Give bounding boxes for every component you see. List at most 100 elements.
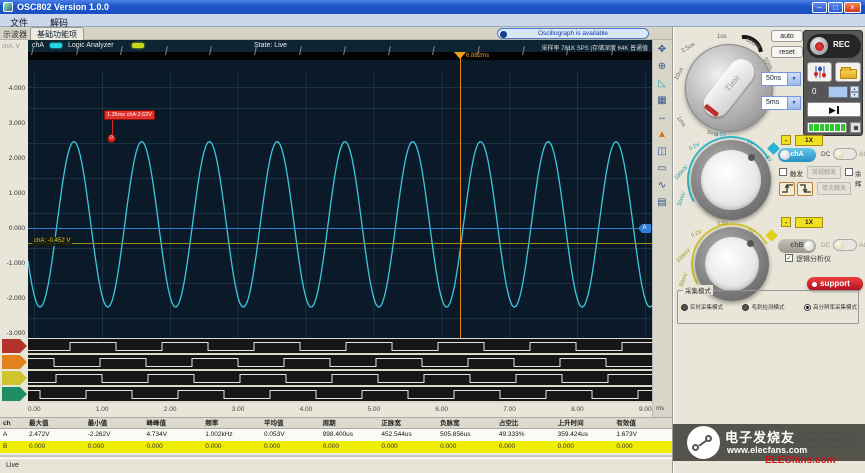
timebase2-select[interactable]: 5ms ▼ [761,96,801,110]
logic-channel-area [28,338,652,403]
logic-analyzer-checkbox[interactable]: ✓ [785,254,793,262]
normal-trigger-button[interactable]: 常规触发 [807,166,841,179]
rising-edge-button[interactable] [779,182,795,196]
channel-a-zero-line [28,228,652,229]
chevron-down-icon[interactable]: ▼ [787,97,800,109]
tab-row: 示波器 基础功能项 Oscillograph is available [0,27,672,40]
dial-label: 1ms [675,116,686,129]
wave-icon[interactable]: ∿ [652,178,672,195]
channel-a-led-icon [50,43,62,48]
capture-mode-option[interactable]: 高分辨率采集模式 [804,303,857,311]
channel-a-toggle[interactable]: chA [778,148,816,162]
close-button[interactable]: × [844,2,861,13]
trigger-level-label: chA: -0.452 V [32,237,72,246]
cursor-marker[interactable]: 0 [107,134,116,143]
channel-b-toggle[interactable]: chB [778,239,816,253]
radio-icon [681,304,688,311]
menu-bar: 文件 解码 [0,14,865,27]
sample-rate-info: 采样率 781K SPS |存储深度 64K 普通值 [541,43,648,52]
falling-edge-button[interactable] [797,182,813,196]
measurement-cell: 998.400us [320,429,379,441]
pan-icon[interactable]: ✥ [652,42,672,59]
logic-wave-0 [28,339,652,353]
save-icon[interactable]: ◫ [652,144,672,161]
measurement-header-cell: 有效值 [613,418,672,428]
probe-attenuation-icon[interactable]: ▾ [781,135,791,145]
open-file-button[interactable] [835,62,861,82]
persistence-checkbox[interactable] [845,168,853,176]
capture-mode-option[interactable]: 实时采集模式 [681,303,723,311]
battery-settings-button[interactable] [850,122,861,133]
table-icon[interactable]: ▤ [652,195,672,212]
cursor-tooltip: 1.35ms chA:2.62V [104,110,155,120]
measurement-header-row: ch最大值最小值峰峰值频率平均值周期正脉宽负脉宽占空比上升时间有效值 [0,417,672,429]
measure-icon[interactable]: ↔ [652,110,672,127]
measurement-header-cell: 正脉宽 [378,418,437,428]
timebase-select[interactable]: 50ns ▼ [761,72,801,86]
logic-channel-tag[interactable] [2,339,27,353]
channel-a-coupling-toggle[interactable] [833,148,857,160]
y-axis-ticks: 4.0003.0002.0001.0000.000-1.000-2.000-3.… [0,71,25,351]
y-tick-label: 3.000 [0,106,25,141]
logic-channel-tag[interactable] [2,355,27,369]
measurement-cell: 0.000 [143,441,202,453]
snapshot-icon[interactable]: ▭ [652,161,672,178]
measurement-cell: 359.424us [555,429,614,441]
toggle-knob-icon [780,150,790,160]
support-button[interactable]: support [807,277,863,291]
minimize-button[interactable]: – [812,2,827,13]
measurement-header-cell: 最小值 [85,418,144,428]
tab-basic-functions[interactable]: 基础功能项 [30,27,84,40]
dial-label: 2.5us [681,42,697,55]
ruler-icon[interactable]: ◺ [652,76,672,93]
folder-icon [840,69,857,79]
channel-a-probe[interactable]: 1X [795,135,823,146]
dial-label: 10us [674,67,685,81]
measurement-cell: 0.000 [26,441,85,453]
y-tick-label: 0.000 [0,211,25,246]
measurement-cell: B [0,441,26,453]
x-tick-label: 2.00 [164,403,232,417]
logic-channel-tag[interactable] [2,387,27,401]
toggle-knob-icon [835,150,844,159]
x-tick-label: 4.00 [300,403,368,417]
maximize-button[interactable]: □ [828,2,843,13]
single-trigger-button[interactable]: 单次触发 [817,182,851,195]
channel-a-volts-knob[interactable] [691,140,771,220]
grid-icon[interactable]: ▦ [652,93,672,110]
measurement-cell: 4.734V [143,429,202,441]
probe-attenuation-icon[interactable]: ▾ [781,217,791,227]
zoom-in-icon[interactable]: ⊕ [652,59,672,76]
capture-mode-option[interactable]: 毛刺检测模式 [742,303,784,311]
record-button[interactable]: REC [807,34,861,58]
trigger-level-line[interactable] [28,243,652,244]
measurement-cell: 0.000 [320,441,379,453]
measurement-header-cell: 最大值 [26,418,85,428]
toggle-knob-icon [804,241,814,251]
persistence-checkbox-label: 余辉 [855,168,865,188]
volt-label: 0.5V [717,221,728,227]
auto-button[interactable]: auto [771,30,803,42]
trigger-position-marker-icon[interactable] [454,52,466,65]
waveform-display[interactable]: chA Logic Analyzer State: Live 采样率 781K … [28,40,652,403]
play-icon: ▶ [829,105,836,115]
x-tick-label: 3.00 [232,403,300,417]
watermark-alt: ELECfans.com [765,455,836,466]
y-axis-channel-label: chA: V [2,44,20,50]
spectrum-icon[interactable]: ▲ [652,127,672,144]
chevron-down-icon[interactable]: ▼ [787,73,800,85]
channel-b-probe[interactable]: 1X [795,217,823,228]
spin-down-button[interactable]: ▼ [850,92,859,98]
trigger-checkbox[interactable] [779,168,787,176]
logic-channel-tag[interactable] [2,371,27,385]
measurement-header-cell: 频率 [202,418,261,428]
counter-field[interactable] [828,86,848,98]
play-button[interactable]: ▶ [807,102,861,117]
notice-text: Oscillograph is available [538,30,608,37]
measurement-cell: 2.472V [26,429,85,441]
measurement-cell: 0.000 [85,441,144,453]
settings-button[interactable] [807,62,832,82]
y-tick-label: -2.000 [0,281,25,316]
channel-b-coupling-toggle[interactable] [833,239,857,251]
reset-button[interactable]: reset [771,46,803,58]
